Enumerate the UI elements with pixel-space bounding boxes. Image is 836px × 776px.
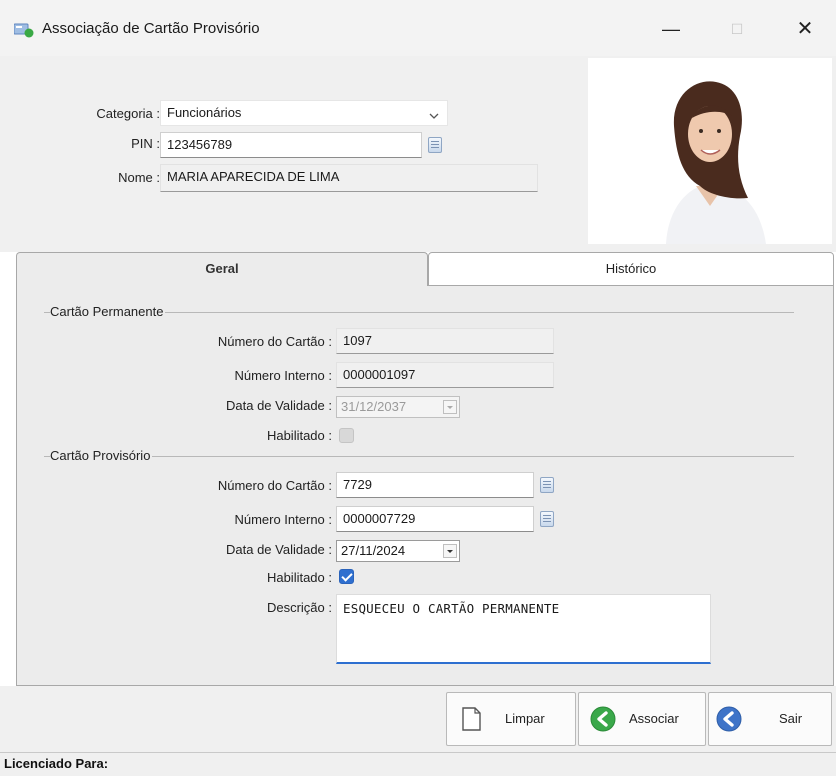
document-icon	[462, 707, 481, 731]
perm-validade-picker: 31/12/2037	[336, 396, 460, 418]
associate-arrow-icon	[590, 706, 616, 732]
pin-input[interactable]: 123456789	[160, 132, 422, 158]
sair-label: Sair	[779, 711, 803, 726]
associar-button[interactable]: Associar	[578, 692, 706, 746]
prov-interno-label: Número Interno :	[234, 512, 332, 527]
limpar-button[interactable]: Limpar	[446, 692, 576, 746]
tab-historico[interactable]: Histórico	[428, 252, 834, 286]
group-divider	[44, 456, 794, 457]
person-photo	[588, 58, 832, 244]
associar-label: Associar	[629, 711, 679, 726]
prov-numero-label: Número do Cartão :	[217, 478, 332, 493]
prov-validade-picker[interactable]: 27/11/2024	[336, 540, 460, 562]
status-bar	[0, 752, 836, 776]
perm-numero-field: 1097	[336, 328, 554, 354]
tab-geral[interactable]: Geral	[16, 252, 428, 286]
exit-arrow-icon	[716, 706, 742, 732]
nome-field: MARIA APARECIDA DE LIMA	[160, 164, 538, 192]
cartao-provisorio-title: Cartão Provisório	[50, 448, 153, 463]
status-text: Licenciado Para:	[4, 756, 109, 771]
perm-validade-value: 31/12/2037	[341, 399, 407, 414]
prov-validade-label: Data de Validade :	[226, 542, 332, 557]
app-icon	[14, 23, 34, 38]
descricao-textarea[interactable]: ESQUECEU O CARTÃO PERMANENTE	[336, 594, 711, 664]
descricao-label: Descrição :	[266, 600, 332, 615]
window-title: Associação de Cartão Provisório	[42, 20, 260, 37]
prov-validade-value: 27/11/2024	[341, 543, 406, 558]
perm-numero-label: Número do Cartão :	[217, 334, 332, 349]
close-button[interactable]: ✕	[782, 14, 828, 44]
minimize-button[interactable]: —	[648, 14, 694, 44]
perm-habilitado-label: Habilitado :	[266, 428, 332, 443]
tab-strip: Geral Histórico	[16, 252, 834, 286]
chevron-down-icon	[443, 400, 457, 414]
prov-numero-input[interactable]: 7729	[336, 472, 534, 498]
prov-interno-lookup-icon[interactable]	[540, 511, 554, 527]
limpar-label: Limpar	[505, 711, 545, 726]
chevron-down-icon[interactable]	[429, 108, 439, 123]
perm-interno-label: Número Interno :	[234, 368, 332, 383]
cartao-permanente-title: Cartão Permanente	[50, 304, 166, 319]
nome-label: Nome :	[118, 170, 160, 185]
prov-habilitado-checkbox[interactable]	[339, 569, 354, 584]
categoria-value: Funcionários	[167, 105, 242, 120]
pin-label: PIN :	[131, 136, 160, 151]
prov-numero-lookup-icon[interactable]	[540, 477, 554, 493]
categoria-label: Categoria :	[96, 106, 160, 121]
pin-lookup-icon[interactable]	[428, 137, 442, 153]
chevron-down-icon[interactable]	[443, 544, 457, 558]
sair-button[interactable]: Sair	[708, 692, 832, 746]
maximize-button[interactable]: ☐	[714, 14, 760, 44]
perm-interno-field: 0000001097	[336, 362, 554, 388]
perm-habilitado-checkbox	[339, 428, 354, 443]
perm-validade-label: Data de Validade :	[226, 398, 332, 413]
categoria-select[interactable]: Funcionários	[160, 100, 448, 126]
prov-habilitado-label: Habilitado :	[266, 570, 332, 585]
prov-interno-input[interactable]: 0000007729	[336, 506, 534, 532]
